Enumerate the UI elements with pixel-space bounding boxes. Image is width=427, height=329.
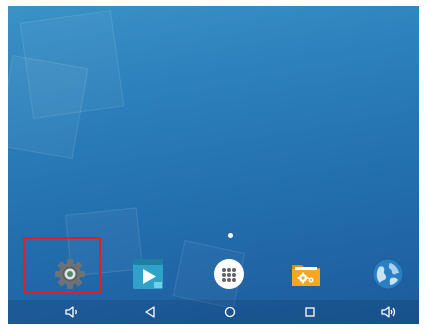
volume-up-icon	[381, 306, 396, 318]
page-indicator-dot	[228, 233, 233, 238]
back-icon	[145, 306, 155, 318]
back-button[interactable]	[141, 303, 159, 321]
play-icon	[133, 259, 163, 289]
file-manager-app-icon[interactable]	[290, 258, 322, 290]
volume-up-button[interactable]	[380, 303, 398, 321]
home-button[interactable]	[221, 303, 239, 321]
home-icon	[224, 306, 236, 318]
browser-app-icon[interactable]	[372, 258, 404, 290]
globe-icon	[372, 258, 404, 290]
recents-icon	[305, 307, 315, 317]
media-player-app-icon[interactable]	[132, 258, 164, 290]
wallpaper-shape	[8, 55, 89, 159]
recents-button[interactable]	[301, 303, 319, 321]
navigation-bar	[8, 300, 419, 324]
folder-gear-icon	[292, 265, 320, 286]
app-drawer-button[interactable]	[213, 258, 245, 290]
volume-down-icon	[65, 306, 77, 318]
selection-highlight	[23, 237, 101, 294]
grid-dots-icon	[214, 259, 244, 289]
volume-down-button[interactable]	[63, 303, 81, 321]
